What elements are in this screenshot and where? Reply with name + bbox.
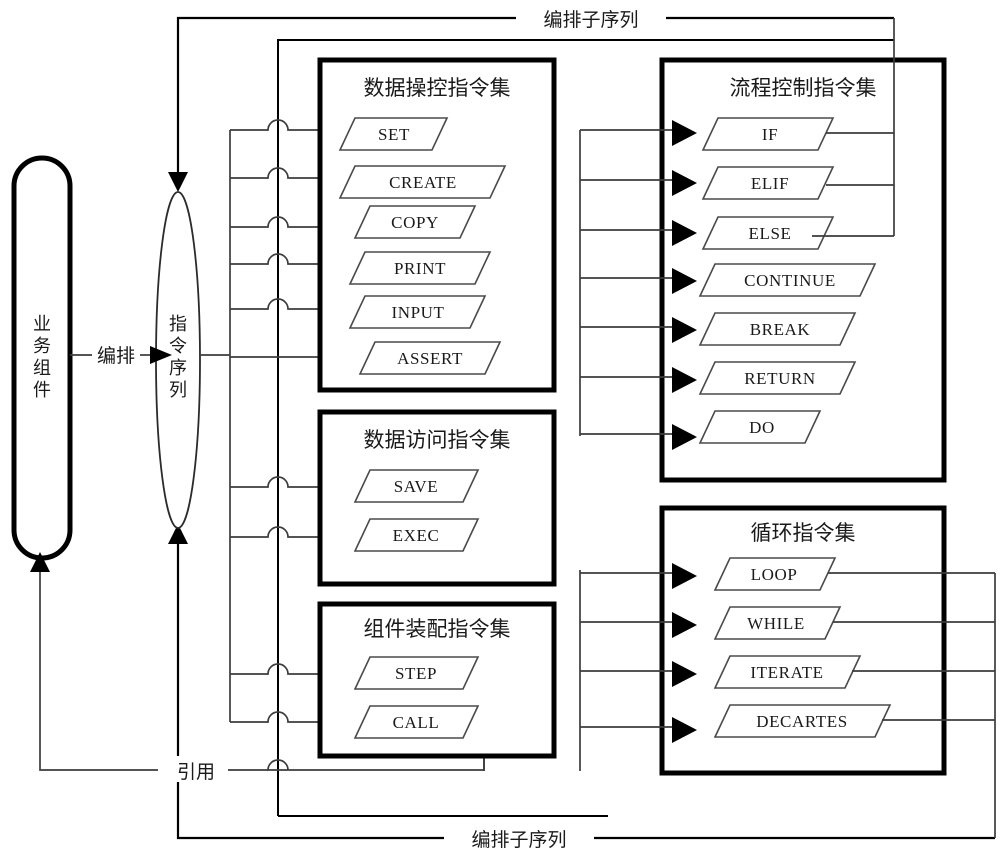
instruction-else[interactable]: ELSE — [701, 216, 835, 250]
group-title-component-assembly: 组件装配指令集 — [364, 617, 511, 641]
group-data-manipulation: 数据操控指令集 SET CREATE COPY PRINT INPUT ASSE… — [317, 57, 557, 393]
instruction-label: EXEC — [393, 526, 440, 545]
business-component-label-c1: 务 — [33, 336, 51, 357]
instruction-if[interactable]: IF — [701, 117, 835, 151]
instruction-continue[interactable]: CONTINUE — [698, 263, 877, 297]
instruction-label: PRINT — [394, 259, 446, 278]
instruction-label: CONTINUE — [744, 271, 836, 290]
instruction-return[interactable]: RETURN — [698, 361, 857, 395]
business-component-label-c2: 组 — [33, 358, 51, 379]
instruction-input[interactable]: INPUT — [348, 295, 487, 329]
instruction-label: DECARTES — [756, 712, 848, 731]
instruction-loop[interactable]: LOOP — [713, 557, 837, 591]
instruction-label: ITERATE — [750, 663, 823, 682]
instruction-label: INPUT — [391, 303, 444, 322]
instruction-save[interactable]: SAVE — [353, 469, 480, 503]
instruction-label: WHILE — [747, 614, 805, 633]
instruction-step[interactable]: STEP — [353, 656, 480, 690]
business-component-label-c3: 件 — [33, 380, 51, 401]
group-data-access: 数据访问指令集 SAVE EXEC — [317, 409, 557, 587]
instruction-create[interactable]: CREATE — [338, 165, 507, 199]
instruction-label: STEP — [395, 664, 437, 683]
edge-label-subsequence-top: 编排子序列 — [543, 9, 638, 31]
instruction-label: BREAK — [750, 320, 811, 339]
node-business-component[interactable]: 业 务 组 件 — [11, 155, 73, 561]
instruction-decartes[interactable]: DECARTES — [713, 704, 892, 738]
diagram-canvas: 编排子序列 编排子序列 业 务 组 件 指 令 序 列 编排 引用 数据操控指令… — [0, 0, 1000, 851]
instruction-do[interactable]: DO — [698, 410, 822, 444]
instruction-label: CREATE — [389, 173, 457, 192]
instruction-call[interactable]: CALL — [353, 705, 480, 739]
instruction-copy[interactable]: COPY — [353, 205, 477, 239]
business-component-label-c0: 业 — [33, 314, 51, 335]
group-loop: 循环指令集 LOOP WHILE ITERATE DECARTES — [659, 505, 947, 776]
instruction-set-diagram: 编排子序列 编排子序列 业 务 组 件 指 令 序 列 编排 引用 数据操控指令… — [11, 6, 996, 851]
instruction-exec[interactable]: EXEC — [353, 518, 480, 552]
instruction-label: ELIF — [751, 174, 789, 193]
instruction-label: SAVE — [394, 477, 439, 496]
instruction-break[interactable]: BREAK — [698, 312, 857, 346]
instruction-label: IF — [762, 125, 778, 144]
instruction-sequence-label-c2: 序 — [169, 358, 187, 379]
instruction-sequence-label-c1: 令 — [169, 336, 187, 357]
instruction-label: COPY — [391, 213, 439, 232]
instruction-label: ASSERT — [397, 349, 463, 368]
edge-label-subsequence-bottom: 编排子序列 — [471, 829, 566, 851]
instruction-print[interactable]: PRINT — [348, 251, 492, 285]
instruction-sequence-label-c3: 列 — [169, 380, 187, 401]
instruction-label: RETURN — [744, 369, 816, 388]
instruction-sequence-label-c0: 指 — [169, 314, 187, 335]
instruction-iterate[interactable]: ITERATE — [713, 655, 862, 689]
group-title-flow-control: 流程控制指令集 — [730, 76, 877, 100]
instruction-label: CALL — [393, 713, 440, 732]
edge-label-reference: 引用 — [177, 761, 215, 783]
instruction-label: SET — [378, 125, 410, 144]
edge-label-orchestrate: 编排 — [97, 345, 135, 367]
node-instruction-sequence[interactable]: 指 令 序 列 — [155, 191, 201, 529]
group-component-assembly: 组件装配指令集 STEP CALL — [317, 601, 557, 759]
instruction-label: LOOP — [751, 565, 798, 584]
instruction-label: ELSE — [748, 224, 791, 243]
group-title-data-access: 数据访问指令集 — [364, 428, 511, 452]
instruction-assert[interactable]: ASSERT — [358, 341, 502, 375]
group-title-loop: 循环指令集 — [751, 521, 856, 545]
instruction-while[interactable]: WHILE — [713, 606, 842, 640]
instruction-set[interactable]: SET — [338, 117, 449, 151]
group-flow-control: 流程控制指令集 IF ELIF ELSE CONTINUE BREAK RETU… — [659, 57, 947, 483]
instruction-elif[interactable]: ELIF — [701, 166, 835, 200]
group-title-data-manipulation: 数据操控指令集 — [364, 76, 511, 100]
instruction-label: DO — [749, 418, 775, 437]
